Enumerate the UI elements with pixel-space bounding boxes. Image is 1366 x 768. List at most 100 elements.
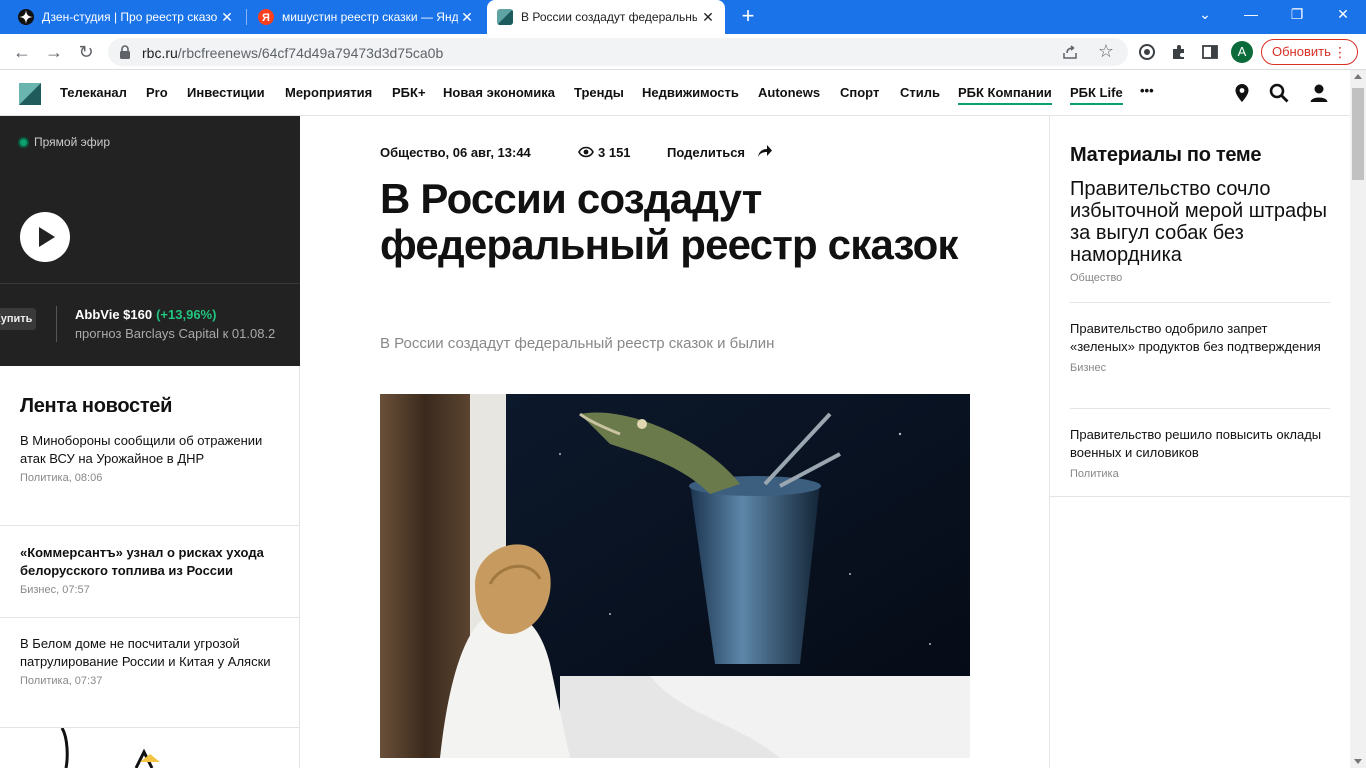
photo-painting-pike-in-bucket (380, 394, 970, 758)
update-label: Обновить (1272, 44, 1331, 59)
nav-investments[interactable]: Инвестиции (187, 85, 265, 100)
nav-style[interactable]: Стиль (900, 85, 940, 100)
news-feed-item-meta: Политика, 07:37 (20, 675, 103, 687)
tab-title: Дзен-студия | Про реестр сказо (42, 10, 218, 24)
news-feed-title: Лента новостей (20, 395, 173, 417)
nav-pro[interactable]: Pro (146, 85, 168, 100)
address-bar[interactable]: rbc.ru/rbcfreenews/64cf74d49a79473d3d75c… (108, 38, 1128, 66)
site-header: Телеканал Pro Инвестиции Мероприятия РБК… (0, 70, 1350, 116)
news-feed-item-title: В Белом доме не посчитали угрозой патрул… (20, 636, 271, 669)
url-path: /rbcfreenews/64cf74d49a79473d3d75ca0b (177, 45, 444, 61)
related-item-category: Общество (1070, 272, 1123, 284)
url-text: rbc.ru/rbcfreenews/64cf74d49a79473d3d75c… (142, 45, 443, 61)
update-browser-button[interactable]: Обновить ⋮ (1261, 39, 1358, 65)
related-item-category: Бизнес (1070, 362, 1107, 374)
related-bottom-divider (1050, 496, 1351, 497)
buy-label: Купить (0, 313, 33, 325)
right-column: Материалы по теме Правительство сочло из… (1049, 116, 1351, 768)
stock-ticker[interactable]: Купить AbbVie $160(+13,96%) прогноз Barc… (0, 283, 300, 366)
lens-extension-icon[interactable] (1138, 43, 1156, 61)
related-item-title: Правительство решило повысить оклады вое… (1070, 427, 1322, 460)
article-subtitle: В России создадут федеральный реестр ска… (380, 335, 775, 352)
news-feed-item[interactable]: «Коммерсантъ» узнал о рисках ухода белор… (0, 526, 300, 618)
page-scrollbar[interactable] (1350, 70, 1366, 768)
url-host: rbc.ru (142, 45, 178, 61)
scroll-down-arrow-icon[interactable] (1354, 759, 1362, 764)
ticker-divider (56, 306, 57, 342)
views-count: 3 151 (598, 145, 631, 160)
related-item[interactable]: Правительство одобрило запрет «зеленых» … (1070, 320, 1330, 409)
share-arrow-icon[interactable] (757, 144, 773, 158)
news-feed-item[interactable]: В Минобороны сообщили об отражении атак … (0, 432, 300, 526)
svg-text:Я: Я (262, 12, 270, 24)
news-feed-item[interactable]: В Белом доме не посчитали угрозой патрул… (0, 618, 300, 728)
rbc-icon (497, 9, 513, 25)
location-pin-icon[interactable] (1231, 82, 1253, 104)
left-column: Прямой эфир Купить AbbVie $160(+13,96%) … (0, 116, 300, 768)
scrollbar-thumb[interactable] (1352, 88, 1364, 180)
new-tab-button[interactable]: + (737, 5, 759, 28)
news-feed-item-meta: Бизнес, 07:57 (20, 584, 90, 596)
reload-button[interactable]: ↻ (74, 40, 98, 64)
side-panel-icon[interactable] (1201, 43, 1219, 61)
nav-sport[interactable]: Спорт (840, 85, 879, 100)
tab-title: мишустин реестр сказки — Янд (282, 10, 458, 24)
nav-autonews[interactable]: Autonews (758, 85, 820, 100)
user-account-icon[interactable] (1308, 82, 1330, 104)
bookmark-star-icon[interactable]: ☆ (1098, 41, 1114, 62)
rbc-logo[interactable] (19, 83, 41, 105)
zen-icon (18, 9, 34, 25)
related-materials-title: Материалы по теме (1070, 144, 1262, 166)
close-tab-icon[interactable]: ✕ (460, 10, 474, 24)
lock-icon (120, 45, 130, 59)
more-menu-icon[interactable]: ••• (1140, 83, 1154, 98)
share-page-icon[interactable] (1062, 44, 1078, 60)
share-button[interactable]: Поделиться (667, 145, 745, 160)
news-feed-item-title: В Минобороны сообщили об отражении атак … (20, 433, 263, 466)
scroll-up-arrow-icon[interactable] (1354, 74, 1362, 79)
related-item-title: Правительство сочло избыточной мерой штр… (1070, 178, 1328, 266)
tab-search-chevron-icon[interactable]: ⌄ (1182, 0, 1228, 30)
profile-avatar[interactable]: A (1231, 41, 1253, 63)
ticker-change: (+13,96%) (156, 307, 217, 322)
article-meta: Общество, 06 авг, 13:44 (380, 145, 531, 160)
tab-yandex-search[interactable]: Я мишустин реестр сказки — Янд ✕ (248, 0, 484, 34)
back-button[interactable]: ← (10, 40, 34, 64)
nav-new-economy[interactable]: Новая экономика (443, 85, 555, 100)
restore-window-button[interactable]: ❐ (1274, 0, 1320, 30)
tab-title: В России создадут федеральны (521, 10, 697, 24)
tab-separator (246, 9, 247, 25)
yandex-icon: Я (258, 9, 274, 25)
tab-zen-studio[interactable]: Дзен-студия | Про реестр сказо ✕ (8, 0, 244, 34)
nav-rbc-plus[interactable]: РБК+ (392, 85, 426, 100)
minimize-window-button[interactable]: — (1228, 0, 1274, 30)
article-headline: В России создадут федеральный реестр ска… (380, 175, 958, 268)
tab-rbc-article[interactable]: В России создадут федеральны ✕ (487, 0, 725, 34)
browser-toolbar: ← → ↻ rbc.ru/rbcfreenews/64cf74d49a79473… (0, 34, 1366, 70)
browser-tab-bar: Дзен-студия | Про реестр сказо ✕ Я мишус… (0, 0, 1366, 34)
ticker-company: AbbVie $160 (75, 307, 153, 322)
related-item-title: Правительство одобрило запрет «зеленых» … (1070, 321, 1321, 354)
extensions-puzzle-icon[interactable] (1170, 43, 1188, 61)
nav-tv[interactable]: Телеканал (60, 85, 127, 100)
ticker-note: прогноз Barclays Capital к 01.08.2 (75, 326, 276, 341)
close-tab-icon[interactable]: ✕ (220, 10, 234, 24)
news-feed-item-title: «Коммерсантъ» узнал о рисках ухода белор… (20, 545, 264, 578)
views-eye-icon (578, 146, 594, 158)
nav-rbc-companies[interactable]: РБК Компании (958, 85, 1052, 105)
close-window-button[interactable]: ✕ (1320, 0, 1366, 30)
related-item[interactable]: Правительство решило повысить оклады вое… (1070, 426, 1330, 496)
buy-button[interactable]: Купить (0, 308, 36, 330)
nav-events[interactable]: Мероприятия (285, 85, 372, 100)
forward-button[interactable]: → (42, 40, 66, 64)
nav-rbc-life[interactable]: РБК Life (1070, 85, 1123, 105)
kebab-menu-icon[interactable]: ⋮ (1333, 40, 1347, 64)
nav-realty[interactable]: Недвижимость (642, 85, 739, 100)
play-button[interactable] (20, 212, 70, 262)
search-icon[interactable] (1268, 82, 1290, 104)
close-tab-icon[interactable]: ✕ (701, 10, 715, 24)
related-item-category: Политика (1070, 468, 1119, 480)
related-item[interactable]: Правительство сочло избыточной мерой штр… (1070, 178, 1330, 303)
article-photo (380, 394, 970, 758)
nav-trends[interactable]: Тренды (574, 85, 624, 100)
